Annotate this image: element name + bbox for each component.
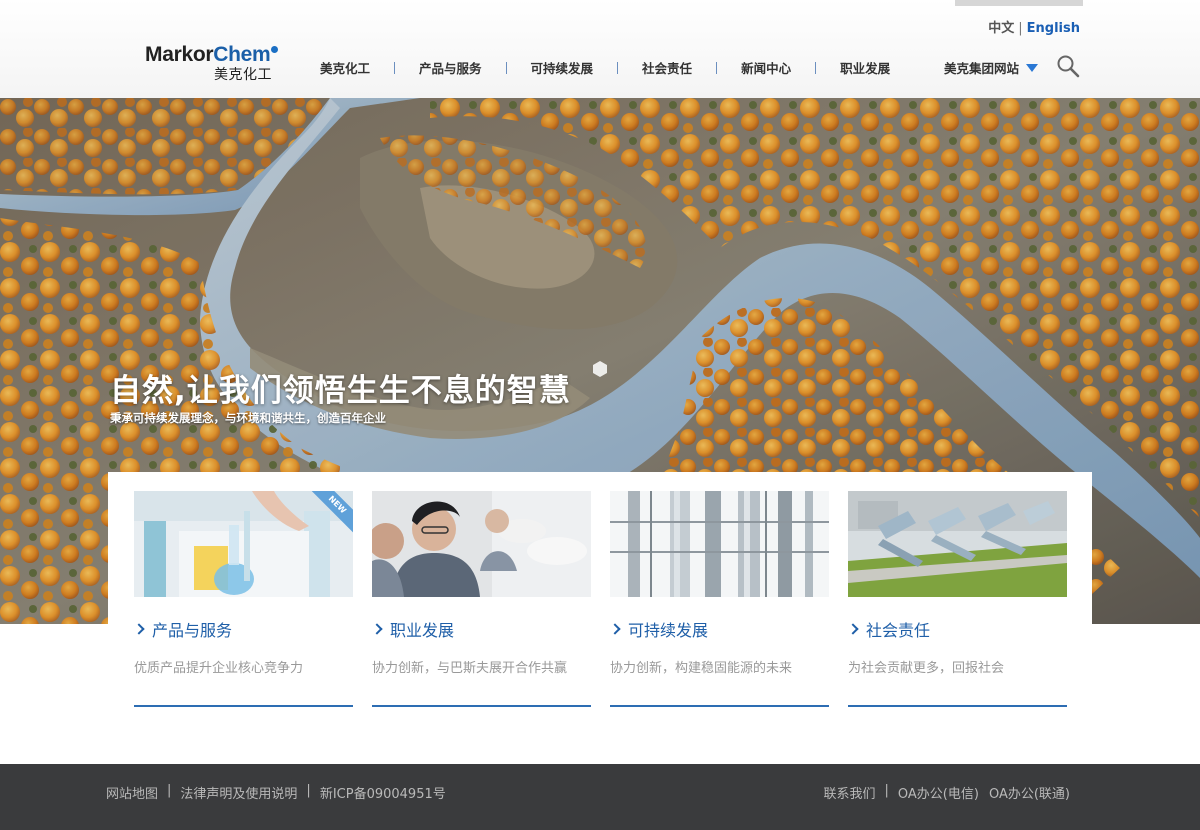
card-social-responsibility[interactable]: 社会责任 为社会贡献更多，回报社会 xyxy=(847,491,1067,707)
footer-link-legal[interactable]: 法律声明及使用说明 xyxy=(180,783,297,802)
footer-icp-number[interactable]: 新ICP备09004951号 xyxy=(320,783,446,802)
card-careers[interactable]: 职业发展 协力创新，与巴斯夫展开合作共赢 xyxy=(371,491,591,707)
card-title-text: 可持续发展 xyxy=(628,621,709,640)
card-title: 职业发展 xyxy=(371,617,591,641)
footer-separator: | xyxy=(884,783,889,798)
sculpture-park-image xyxy=(848,491,1067,597)
chemical-plant-towers-image xyxy=(610,491,829,597)
card-title-text: 产品与服务 xyxy=(152,621,233,640)
chevron-right-icon xyxy=(609,623,621,635)
chevron-right-icon xyxy=(847,623,859,635)
nav-divider xyxy=(505,61,507,74)
footer-link-oa-telecom[interactable]: OA办公(电信) xyxy=(898,783,979,802)
nav-item-news-center[interactable]: 新闻中心 xyxy=(741,58,791,77)
nav-divider xyxy=(716,61,718,74)
nav-divider xyxy=(815,61,817,74)
caret-down-icon xyxy=(1026,63,1039,72)
markorchem-logo[interactable]: MarkorChem 美克化工 xyxy=(145,43,279,84)
chevron-right-icon xyxy=(133,623,145,635)
feature-cards-panel: NEW 产品与服务 优质产品提升企业核心竞争力 职业发展 协力创新，与巴斯夫展开… xyxy=(108,472,1092,732)
logo-chinese-name: 美克化工 xyxy=(214,67,272,83)
nav-item-social-responsibility[interactable]: 社会责任 xyxy=(642,58,692,77)
card-underline xyxy=(848,705,1067,707)
nav-divider xyxy=(617,61,619,74)
office-workers-image xyxy=(372,491,591,597)
language-switcher: 中文 | English xyxy=(988,17,1080,36)
group-site-label: 美克集团网站 xyxy=(944,61,1020,76)
footer-link-contact[interactable]: 联系我们 xyxy=(824,783,876,802)
card-description: 为社会贡献更多，回报社会 xyxy=(848,661,1005,676)
card-description: 协力创新，构建稳固能源的未来 xyxy=(610,661,793,676)
nav-item-sustainability[interactable]: 可持续发展 xyxy=(531,58,594,77)
nav-item-markorchem[interactable]: 美克化工 xyxy=(320,58,370,77)
main-nav: 美克化工 产品与服务 可持续发展 社会责任 新闻中心 职业发展 xyxy=(320,58,890,77)
nav-item-products-services[interactable]: 产品与服务 xyxy=(419,58,482,77)
card-underline xyxy=(372,705,591,707)
site-footer: 网站地图 | 法律声明及使用说明 | 新ICP备09004951号 联系我们 |… xyxy=(0,764,1200,830)
top-accent-bar xyxy=(955,0,1083,6)
logo-dot-icon xyxy=(271,46,279,53)
logo-wordmark-markor: Markor xyxy=(145,43,214,66)
footer-links-left: 网站地图 | 法律声明及使用说明 | 新ICP备09004951号 xyxy=(106,783,446,802)
nav-divider xyxy=(394,61,396,74)
card-underline xyxy=(610,705,829,707)
site-header: 中文 | English MarkorChem 美克化工 美克化工 产品与服务 可持… xyxy=(0,0,1200,98)
hero-subtitle: 秉承可持续发展理念，与环境和谐共生，创造百年企业 xyxy=(110,411,386,425)
card-title: 可持续发展 xyxy=(609,617,829,641)
hexagon-icon xyxy=(593,361,607,377)
page: 中文 | English MarkorChem 美克化工 美克化工 产品与服务 可持… xyxy=(0,0,1200,830)
search-icon[interactable] xyxy=(1056,54,1080,78)
footer-link-oa-unicom[interactable]: OA办公(联通) xyxy=(989,783,1070,802)
nav-item-careers[interactable]: 职业发展 xyxy=(840,58,890,77)
card-sustainability[interactable]: 可持续发展 协力创新，构建稳固能源的未来 xyxy=(609,491,829,707)
hero-title: 自然,让我们领悟生生不息的智慧 xyxy=(110,373,571,409)
footer-gap xyxy=(979,783,989,802)
footer-separator: | xyxy=(167,783,172,798)
card-description: 协力创新，与巴斯夫展开合作共赢 xyxy=(372,661,568,676)
group-site-dropdown[interactable]: 美克集团网站 xyxy=(944,58,1039,77)
card-title-text: 职业发展 xyxy=(390,621,455,640)
lab-flask-image: NEW xyxy=(134,491,353,597)
logo-wordmark-chem: Chem xyxy=(213,43,271,66)
lang-separator: | xyxy=(1018,21,1023,36)
footer-separator: | xyxy=(306,783,311,798)
footer-link-sitemap[interactable]: 网站地图 xyxy=(106,783,158,802)
chevron-right-icon xyxy=(371,623,383,635)
lang-english-link[interactable]: English xyxy=(1027,21,1080,36)
footer-links-right: 联系我们 | OA办公(电信) OA办公(联通) xyxy=(824,783,1071,802)
card-products-services[interactable]: NEW 产品与服务 优质产品提升企业核心竞争力 xyxy=(133,491,353,707)
logo-wordmark: MarkorChem xyxy=(145,43,279,66)
lang-chinese-link[interactable]: 中文 xyxy=(988,21,1014,36)
card-title: 产品与服务 xyxy=(133,617,353,641)
card-description: 优质产品提升企业核心竞争力 xyxy=(134,661,304,676)
card-underline xyxy=(134,705,353,707)
card-title-text: 社会责任 xyxy=(866,621,931,640)
card-title: 社会责任 xyxy=(847,617,1067,641)
